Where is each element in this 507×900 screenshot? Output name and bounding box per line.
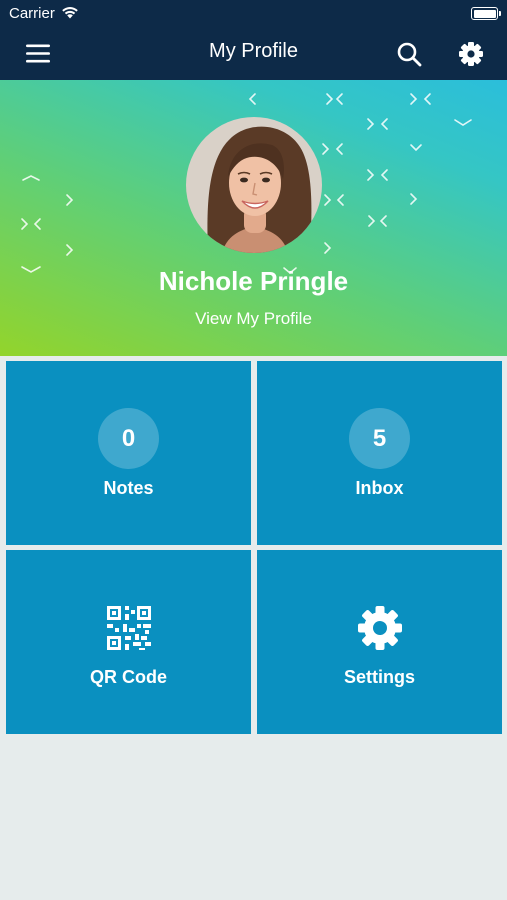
search-icon bbox=[397, 42, 422, 67]
settings-label: Settings bbox=[343, 667, 415, 687]
settings-tile[interactable]: Settings bbox=[257, 550, 502, 734]
gear-icon bbox=[459, 42, 483, 66]
notes-tile[interactable]: 0 Notes bbox=[6, 361, 251, 545]
gear-icon bbox=[358, 606, 402, 650]
battery-icon bbox=[471, 7, 501, 20]
navigation-bar: My Profile bbox=[0, 28, 507, 80]
qr-code-label: QR Code bbox=[89, 667, 167, 687]
notes-count-badge: 0 bbox=[98, 408, 159, 469]
status-bar: Carrier bbox=[0, 0, 507, 28]
profile-name: Nichole Pringle bbox=[158, 266, 349, 296]
qr-code-icon bbox=[107, 606, 151, 650]
carrier-label: Carrier bbox=[9, 5, 55, 22]
inbox-count-badge: 5 bbox=[349, 408, 410, 469]
wifi-icon bbox=[62, 7, 78, 19]
search-button[interactable] bbox=[393, 38, 425, 70]
settings-button[interactable] bbox=[455, 38, 487, 70]
qr-code-tile[interactable]: QR Code bbox=[6, 550, 251, 734]
top-bar: Carrier My Profile bbox=[0, 0, 507, 80]
view-profile-link[interactable]: View My Profile bbox=[0, 309, 507, 329]
page-title: My Profile bbox=[209, 40, 298, 62]
notes-label: Notes bbox=[103, 478, 154, 498]
profile-header: Nichole Pringle View My Profile bbox=[0, 80, 507, 356]
inbox-tile[interactable]: 5 Inbox bbox=[257, 361, 502, 545]
profile-photo bbox=[186, 117, 322, 253]
inbox-label: Inbox bbox=[355, 478, 404, 498]
avatar[interactable] bbox=[186, 117, 322, 253]
